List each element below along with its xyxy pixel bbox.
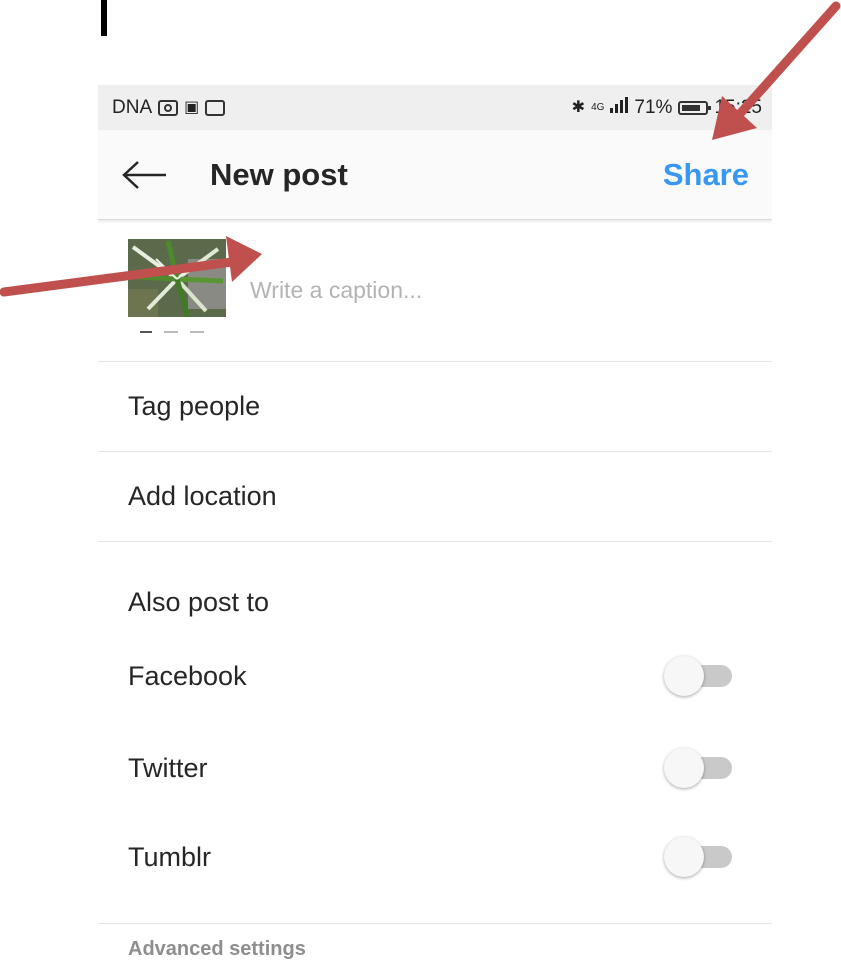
divider bbox=[98, 923, 772, 924]
status-bar-left: DNA ▣ bbox=[112, 96, 226, 119]
post-thumbnail bbox=[128, 238, 226, 343]
also-post-to-label: Also post to bbox=[128, 586, 270, 617]
add-location-row[interactable]: Add location bbox=[98, 452, 772, 541]
tumblr-toggle[interactable] bbox=[664, 837, 734, 877]
twitter-toggle[interactable] bbox=[664, 748, 734, 788]
clock-label: 15:25 bbox=[714, 96, 762, 118]
phone-screen: DNA ▣ ✱ 4G 71% 15:25 New post Share Writ… bbox=[98, 85, 772, 966]
also-post-to-heading: Also post to bbox=[98, 582, 772, 622]
battery-percent-label: 71% bbox=[634, 96, 673, 118]
facebook-toggle[interactable] bbox=[664, 656, 734, 696]
toggle-knob bbox=[664, 748, 704, 788]
signal-icon bbox=[610, 96, 629, 119]
screenshot-canvas: DNA ▣ ✱ 4G 71% 15:25 New post Share Writ… bbox=[0, 0, 841, 966]
network-type-label: 4G bbox=[591, 101, 605, 113]
add-location-label: Add location bbox=[128, 481, 277, 511]
tag-people-row[interactable]: Tag people bbox=[98, 362, 772, 451]
page-title: New post bbox=[210, 156, 348, 192]
battery-icon bbox=[678, 100, 712, 115]
advanced-settings-link[interactable]: Advanced settings bbox=[128, 938, 306, 961]
share-button[interactable]: Share bbox=[663, 157, 749, 193]
tag-people-label: Tag people bbox=[128, 391, 261, 421]
toggle-knob bbox=[664, 837, 704, 877]
app-bar: New post Share bbox=[98, 130, 772, 220]
caption-input[interactable] bbox=[248, 276, 632, 305]
arrow-left-icon[interactable] bbox=[116, 155, 172, 195]
bluetooth-icon: ✱ bbox=[571, 98, 586, 116]
twitter-label: Twitter bbox=[128, 752, 208, 783]
toggle-knob bbox=[664, 656, 704, 696]
mail-icon bbox=[205, 99, 226, 116]
status-bar: DNA ▣ ✱ 4G 71% 15:25 bbox=[98, 85, 772, 130]
camera-icon bbox=[158, 99, 179, 116]
edge-mark bbox=[101, 0, 107, 36]
tumblr-label: Tumblr bbox=[128, 841, 212, 872]
vk-icon: ▣ bbox=[184, 98, 200, 116]
share-option-tumblr: Tumblr bbox=[98, 832, 772, 882]
facebook-label: Facebook bbox=[128, 660, 247, 691]
divider bbox=[98, 541, 772, 542]
caption-row bbox=[98, 220, 772, 362]
carrier-label: DNA bbox=[112, 96, 153, 118]
share-option-facebook: Facebook bbox=[98, 651, 772, 701]
status-bar-right: ✱ 4G 71% 15:25 bbox=[571, 96, 762, 119]
share-option-twitter: Twitter bbox=[98, 743, 772, 793]
